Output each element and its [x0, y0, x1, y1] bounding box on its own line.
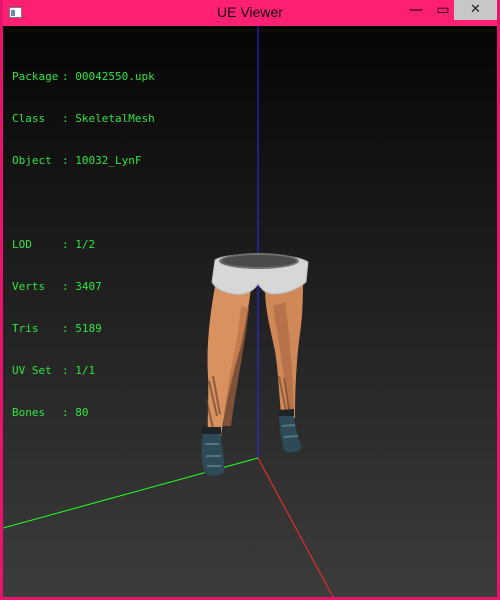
close-button[interactable]: ✕ — [454, 0, 497, 20]
app-window: UE Viewer — ▭ ✕ Package: 00042550.upk C… — [0, 0, 500, 600]
mesh-info-panel: Package: 00042550.upk Class: SkeletalMes… — [12, 42, 155, 448]
x-axis-line — [257, 457, 334, 597]
title-bar[interactable]: UE Viewer — ▭ ✕ — [3, 0, 497, 26]
info-row-uv-set: UV Set: 1/1 — [12, 364, 96, 377]
minimize-button[interactable]: — — [405, 0, 427, 20]
skeletal-mesh-legs — [201, 253, 309, 476]
info-row-object: Object: 10032_LynF — [12, 154, 142, 167]
info-row-tris: Tris: 5189 — [12, 322, 102, 335]
info-row-bones: Bones: 80 — [12, 406, 89, 419]
3d-viewport[interactable]: Package: 00042550.upk Class: SkeletalMes… — [3, 26, 497, 597]
maximize-button[interactable]: ▭ — [432, 0, 454, 20]
info-row-class: Class: SkeletalMesh — [12, 112, 155, 125]
info-row-verts: Verts: 3407 — [12, 280, 102, 293]
info-row-lod: LOD: 1/2 — [12, 238, 96, 251]
info-row-package: Package: 00042550.upk — [12, 70, 155, 83]
